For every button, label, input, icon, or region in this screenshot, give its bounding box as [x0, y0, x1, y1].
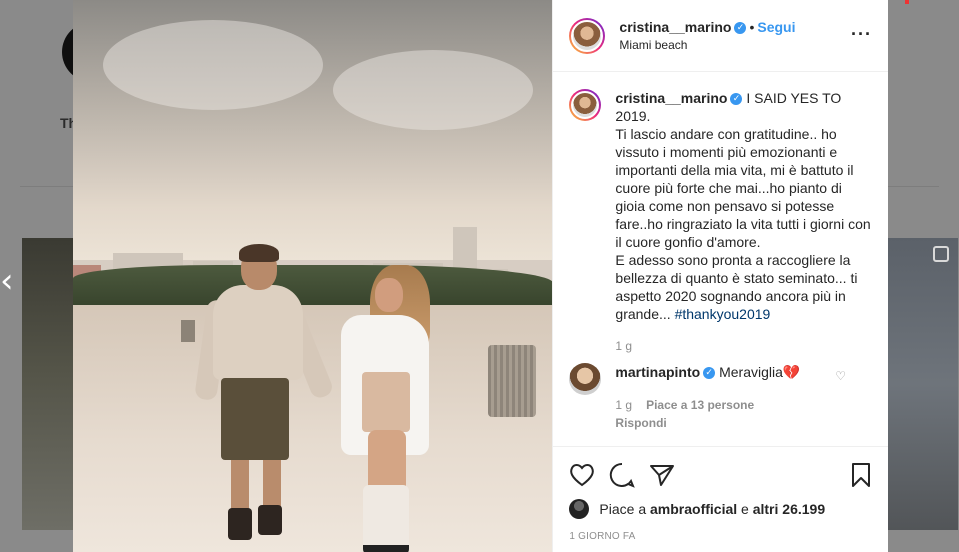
photo-woman — [362, 372, 410, 432]
photo-man — [213, 285, 303, 380]
comment-avatar[interactable] — [569, 363, 602, 395]
caption-text: I SAID YES TO 2019. Ti lascio andare con… — [615, 90, 871, 322]
likes-others[interactable]: altri 26.199 — [753, 501, 825, 517]
multi-post-icon — [933, 246, 949, 262]
photo-woman — [363, 485, 409, 552]
action-icons — [569, 455, 872, 495]
post-header: cristina__marino ✓ • Segui Miami beach ··· — [553, 0, 888, 72]
comment-username[interactable]: martinapinto — [615, 364, 700, 380]
post-modal: cristina__marino ✓ • Segui Miami beach ··· … — [73, 0, 888, 552]
photo-trees — [73, 265, 553, 310]
share-icon[interactable] — [649, 463, 675, 487]
photo-cloud — [333, 50, 533, 130]
photo-man — [231, 460, 249, 510]
photo-bin-small — [181, 320, 195, 342]
comment-like-heart-icon[interactable]: ♡ — [835, 369, 846, 383]
comment-item: martinapinto ✓ Meraviglia💔 1 g Piace a 13 … — [569, 363, 872, 432]
comment-meta: 1 g Piace a 13 persone — [615, 396, 872, 414]
photo-man — [263, 460, 281, 510]
caption: cristina__marino ✓ I SAID YES TO 2019. Ti… — [569, 89, 872, 355]
verified-badge-icon: ✓ — [730, 93, 743, 106]
photo-cloud — [103, 20, 323, 110]
photo-man — [228, 508, 252, 540]
photo-man — [239, 244, 279, 262]
comments-section: cristina__marino ✓ I SAID YES TO 2019. Ti… — [553, 73, 888, 445]
post-location[interactable]: Miami beach — [619, 38, 795, 53]
follow-button[interactable]: Segui — [757, 19, 795, 35]
comment-likes[interactable]: Piace a 13 persone — [646, 398, 754, 412]
background-grid-tile-left[interactable] — [22, 238, 74, 530]
post-timestamp[interactable]: 1 giorno fa — [569, 531, 872, 542]
caption-body: cristina__marino ✓ I SAID YES TO 2019. Ti… — [615, 89, 872, 355]
likes-summary: Piace a ambraofficial e altri 26.199 — [569, 499, 872, 519]
bookmark-icon[interactable] — [850, 462, 872, 488]
photo-man — [258, 505, 282, 535]
caption-username[interactable]: cristina__marino — [615, 90, 727, 106]
author-avatar[interactable] — [569, 17, 606, 54]
background-grid-tile-right[interactable] — [888, 238, 958, 530]
comment-body: martinapinto ✓ Meraviglia💔 1 g Piace a 13 … — [615, 363, 872, 432]
comment-icon[interactable] — [609, 462, 636, 488]
comment-time[interactable]: 1 g — [615, 398, 632, 412]
post-actions: Piace a ambraofficial e altri 26.199 1 g… — [553, 446, 888, 542]
likes-user[interactable]: ambraofficial — [650, 501, 737, 517]
verified-badge-icon: ✓ — [703, 367, 716, 380]
separator: • — [749, 19, 755, 35]
more-options-icon[interactable]: ··· — [851, 24, 872, 45]
verified-badge-icon: ✓ — [734, 21, 747, 34]
liker-avatar[interactable] — [569, 499, 590, 519]
photo-trash-bin — [488, 345, 536, 417]
post-photo[interactable] — [73, 0, 553, 552]
background-accent — [905, 0, 909, 4]
likes-prefix: Piace a — [599, 501, 650, 517]
author-info: cristina__marino ✓ • Segui Miami beach — [619, 18, 795, 53]
caption-hashtag[interactable]: #thankyou2019 — [675, 306, 771, 322]
broken-heart-emoji: 💔 — [782, 365, 801, 381]
photo-woman — [375, 278, 403, 312]
reply-button[interactable]: Rispondi — [615, 414, 872, 432]
post-side-panel: cristina__marino ✓ • Segui Miami beach ··· … — [552, 0, 888, 552]
comment-text: Meraviglia — [719, 364, 783, 380]
caption-time[interactable]: 1 g — [615, 337, 872, 355]
caption-avatar[interactable] — [569, 89, 602, 121]
photo-man — [221, 378, 289, 460]
heart-icon[interactable] — [569, 463, 595, 487]
author-username[interactable]: cristina__marino — [619, 19, 731, 35]
chevron-left-icon[interactable]: ‹ — [0, 264, 14, 298]
likes-middle: e — [737, 501, 753, 517]
